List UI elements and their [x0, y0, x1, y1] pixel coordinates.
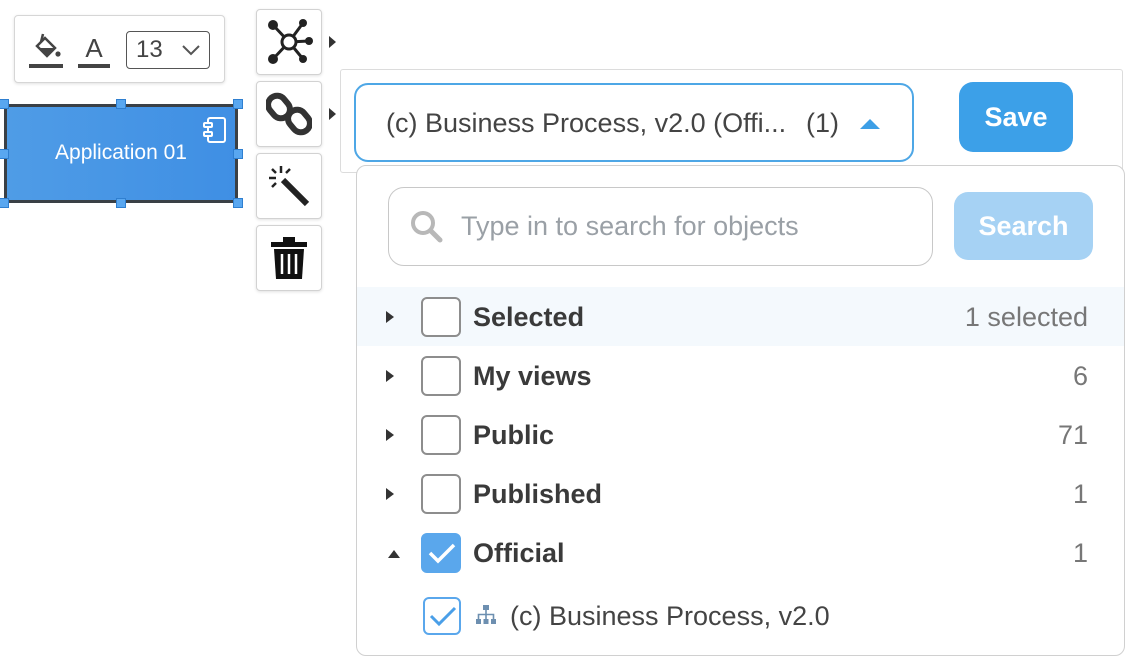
- font-size-value: 13: [136, 36, 163, 63]
- search-icon: [411, 211, 443, 243]
- group-count: 71: [1057, 420, 1088, 450]
- magic-wand-icon: [269, 166, 310, 207]
- caret-up-icon: [860, 119, 880, 129]
- text-color-glyph: A: [85, 33, 103, 63]
- text-color-icon[interactable]: A: [77, 30, 113, 72]
- list-item[interactable]: (c) Business Process, v2.0: [357, 587, 1124, 645]
- graph-nodes-icon: [268, 19, 313, 64]
- group-count: 1 selected: [964, 302, 1088, 332]
- search-box: [388, 187, 933, 266]
- caret-right-icon[interactable]: [385, 487, 395, 501]
- resize-handle-n[interactable]: [116, 99, 126, 109]
- group-checkbox[interactable]: [421, 533, 461, 573]
- save-button[interactable]: Save: [959, 82, 1073, 152]
- caret-right-icon[interactable]: [385, 369, 395, 383]
- view-dropdown: Search Selected 1 selected My views 6 Pu…: [356, 165, 1125, 656]
- resize-handle-se[interactable]: [233, 198, 243, 208]
- group-label: Published: [473, 479, 603, 509]
- caret-right-icon[interactable]: [328, 107, 337, 121]
- view-select-count: (1): [806, 108, 839, 138]
- group-checkbox[interactable]: [421, 356, 461, 396]
- resize-handle-s[interactable]: [116, 198, 126, 208]
- resize-handle-nw[interactable]: [0, 99, 9, 109]
- resize-handle-ne[interactable]: [233, 99, 243, 109]
- group-row-my-views[interactable]: My views 6: [357, 346, 1124, 405]
- application-node[interactable]: Application 01: [4, 104, 238, 203]
- view-select[interactable]: (c) Business Process, v2.0 (Offi... (1): [354, 83, 914, 162]
- resize-handle-sw[interactable]: [0, 198, 9, 208]
- delete-button[interactable]: [256, 225, 322, 291]
- application-component-icon: [203, 117, 226, 143]
- view-picker-bar: (c) Business Process, v2.0 (Offi... (1) …: [340, 69, 1123, 173]
- relations-graph-button[interactable]: [256, 9, 322, 75]
- group-checkbox[interactable]: [421, 415, 461, 455]
- node-label: Application 01: [55, 141, 187, 164]
- view-select-value: (c) Business Process, v2.0 (Offi...: [386, 108, 787, 138]
- font-size-select[interactable]: 13: [126, 31, 210, 69]
- group-row-published[interactable]: Published 1: [357, 464, 1124, 523]
- link-button[interactable]: [256, 81, 322, 147]
- group-count: 1: [1072, 479, 1088, 509]
- search-input[interactable]: [459, 202, 919, 250]
- check-icon: [429, 606, 457, 627]
- group-label: Selected: [473, 302, 585, 332]
- resize-handle-w[interactable]: [0, 149, 9, 159]
- caret-down-icon[interactable]: [387, 549, 401, 559]
- magic-wand-button[interactable]: [256, 153, 322, 219]
- group-checkbox[interactable]: [421, 474, 461, 514]
- chain-link-icon: [266, 92, 312, 136]
- hierarchy-icon: [476, 605, 496, 624]
- format-toolbar: A 13: [14, 15, 225, 83]
- group-row-public[interactable]: Public 71: [357, 405, 1124, 464]
- check-icon: [428, 543, 456, 564]
- group-row-selected[interactable]: Selected 1 selected: [357, 287, 1124, 346]
- chevron-down-icon: [182, 45, 200, 56]
- search-button[interactable]: Search: [954, 192, 1093, 260]
- paint-bucket-icon[interactable]: [29, 30, 65, 72]
- group-row-official[interactable]: Official 1: [357, 523, 1124, 582]
- resize-handle-e[interactable]: [233, 149, 243, 159]
- group-label: Public: [473, 420, 555, 450]
- group-count: 1: [1072, 538, 1088, 568]
- caret-right-icon[interactable]: [385, 310, 395, 324]
- item-label: (c) Business Process, v2.0: [510, 601, 830, 631]
- item-checkbox[interactable]: [423, 597, 461, 635]
- group-checkbox[interactable]: [421, 297, 461, 337]
- caret-right-icon[interactable]: [328, 35, 337, 49]
- caret-right-icon[interactable]: [385, 428, 395, 442]
- group-label: My views: [473, 361, 592, 391]
- group-label: Official: [473, 538, 565, 568]
- group-count: 6: [1072, 361, 1088, 391]
- trash-icon: [271, 237, 307, 279]
